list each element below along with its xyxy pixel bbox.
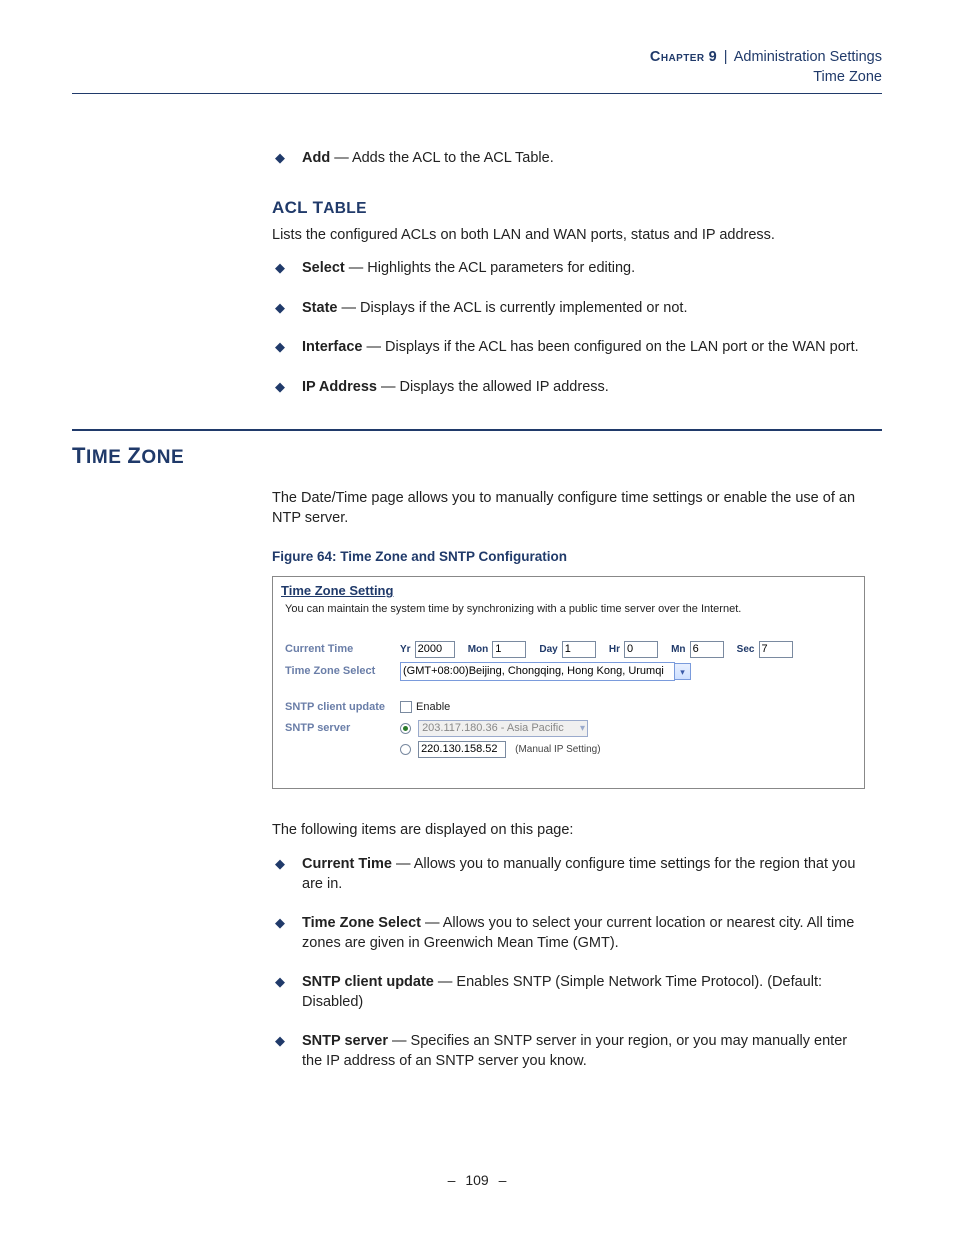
label-sntp-server: SNTP server: [285, 718, 400, 739]
chapter-subtitle: Time Zone: [813, 69, 882, 85]
screenshot-timezone: Time Zone Setting You can maintain the s…: [272, 576, 865, 789]
section-rule: [72, 429, 882, 431]
label-sntp-update: SNTP client update: [285, 697, 400, 718]
acl-intro: Lists the configured ACLs on both LAN an…: [272, 226, 867, 246]
running-head: Chapter 9 | Administration Settings Time…: [72, 48, 882, 87]
desc: — Displays if the ACL has been configure…: [362, 339, 858, 355]
list-item: Current Time — Allows you to manually co…: [272, 855, 867, 894]
label-current-time: Current Time: [285, 639, 400, 660]
list-item: SNTP server — Specifies an SNTP server i…: [272, 1032, 867, 1071]
acl-table-heading: ACL TABLE: [272, 197, 867, 220]
header-rule: [72, 93, 882, 94]
enable-checkbox[interactable]: [400, 701, 412, 713]
chapter-title: Administration Settings: [734, 49, 882, 65]
mon-label: Mon: [468, 644, 489, 655]
yr-input[interactable]: [415, 641, 455, 658]
page-footer: – 109 –: [0, 1171, 954, 1190]
sec-input[interactable]: [759, 641, 793, 658]
sntp-manual-radio[interactable]: [400, 744, 411, 755]
term: Current Time: [302, 856, 392, 872]
acl-bullet-list: Select — Highlights the ACL parameters f…: [272, 259, 867, 397]
term: SNTP client update: [302, 974, 434, 990]
day-label: Day: [539, 644, 557, 655]
tz-intro: The Date/Time page allows you to manuall…: [272, 489, 867, 528]
page-items-list: Current Time — Allows you to manually co…: [272, 855, 867, 1072]
page-number: 109: [459, 1172, 494, 1188]
time-zone-heading: TIME ZONE: [72, 441, 882, 471]
term: Time Zone Select: [302, 915, 421, 931]
hr-input[interactable]: [624, 641, 658, 658]
chapter-number: 9: [709, 49, 717, 65]
sep: |: [721, 49, 731, 65]
list-item: Select — Highlights the ACL parameters f…: [272, 259, 867, 279]
desc: — Highlights the ACL parameters for edit…: [345, 260, 635, 276]
figure-label: Figure 64: Time Zone and SNTP Configurat…: [272, 548, 867, 566]
term: Add: [302, 150, 330, 166]
enable-label: Enable: [416, 701, 450, 713]
desc: — Adds the ACL to the ACL Table.: [330, 150, 554, 166]
screenshot-desc: You can maintain the system time by sync…: [285, 602, 852, 617]
chapter-label: Chapter: [650, 49, 705, 65]
yr-label: Yr: [400, 644, 411, 655]
mon-input[interactable]: [492, 641, 526, 658]
tz-select[interactable]: [400, 662, 675, 681]
sec-label: Sec: [737, 644, 755, 655]
sntp-preset-radio[interactable]: [400, 723, 411, 734]
day-input[interactable]: [562, 641, 596, 658]
dash: –: [499, 1172, 507, 1188]
current-time-fields: Yr Mon Day Hr Mn Sec: [400, 639, 803, 660]
list-item: Interface — Displays if the ACL has been…: [272, 338, 867, 358]
list-item: SNTP client update — Enables SNTP (Simpl…: [272, 973, 867, 1012]
term: SNTP server: [302, 1033, 388, 1049]
add-bullet-list: Add — Adds the ACL to the ACL Table.: [272, 149, 867, 169]
list-item: IP Address — Displays the allowed IP add…: [272, 378, 867, 398]
chevron-down-icon[interactable]: ▾: [674, 663, 691, 680]
term: IP Address: [302, 379, 377, 395]
post-figure-intro: The following items are displayed on thi…: [272, 821, 867, 841]
hr-label: Hr: [609, 644, 620, 655]
list-item: Time Zone Select — Allows you to select …: [272, 914, 867, 953]
desc: — Displays if the ACL is currently imple…: [337, 300, 687, 316]
sntp-manual-ip-input[interactable]: [418, 741, 506, 758]
list-item: State — Displays if the ACL is currently…: [272, 299, 867, 319]
desc: — Displays the allowed IP address.: [377, 379, 609, 395]
term: Select: [302, 260, 345, 276]
screenshot-title: Time Zone Setting: [273, 577, 864, 602]
dash: –: [448, 1172, 456, 1188]
term: State: [302, 300, 337, 316]
sntp-preset-select[interactable]: 203.117.180.36 - Asia Pacific: [418, 720, 588, 737]
manual-ip-note: (Manual IP Setting): [515, 744, 600, 755]
mn-label: Mn: [671, 644, 685, 655]
label-tz-select: Time Zone Select: [285, 660, 400, 683]
list-item: Add — Adds the ACL to the ACL Table.: [272, 149, 867, 169]
term: Interface: [302, 339, 362, 355]
mn-input[interactable]: [690, 641, 724, 658]
